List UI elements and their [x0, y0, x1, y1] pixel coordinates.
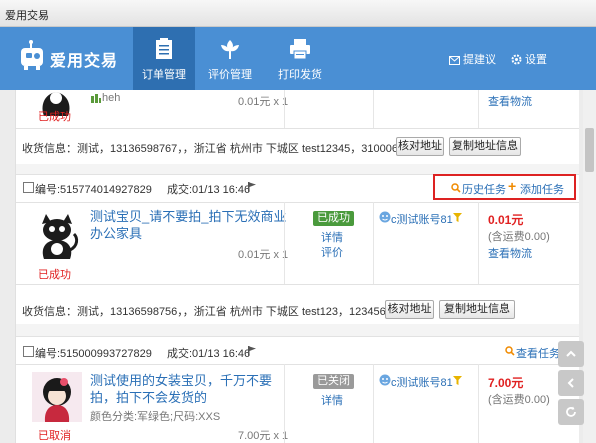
shipping-info: 收货信息：测试，13136598767，，浙江省 杭州市 下城区 test123… [22, 143, 398, 155]
buyer-nick: heh [102, 92, 121, 104]
column-divider [478, 90, 479, 128]
nav-print-ship[interactable]: 打印发货 [269, 27, 331, 90]
filter-icon[interactable] [453, 213, 462, 222]
scroll-top-button[interactable] [558, 341, 584, 367]
status-badge: 已关闭 [313, 374, 354, 389]
divider [16, 284, 579, 285]
cat-figure-image [32, 210, 82, 260]
column-divider [478, 202, 479, 284]
member-icon [91, 94, 101, 103]
order-status: 已成功 [38, 111, 71, 123]
item-price: 0.01元 x 1 [238, 249, 289, 261]
order-number: 编号:515000993727829 [35, 348, 152, 360]
flag-icon[interactable] [247, 182, 257, 192]
history-task-link[interactable]: 历史任务 [462, 181, 506, 197]
nav-label: 订单管理 [142, 69, 186, 81]
clipboard-icon [156, 38, 172, 59]
nav-review-management[interactable]: 评价管理 [199, 27, 261, 90]
view-task-link[interactable]: 查看任务 [516, 345, 560, 361]
detail-link[interactable]: 详情 [321, 392, 343, 408]
product-title-link[interactable]: 测试使用的女装宝贝，千万不要拍，拍下不会发货的 [90, 372, 290, 406]
status-badge: 已成功 [313, 211, 354, 226]
printer-icon [290, 39, 310, 60]
brand-name: 爱用交易 [50, 53, 119, 70]
verify-address-button[interactable]: 核对地址 [396, 137, 444, 156]
filter-icon[interactable] [453, 376, 462, 385]
order-gap [16, 164, 579, 174]
column-divider [284, 90, 285, 128]
shipping-info: 收货信息：测试，13136598756，，浙江省 杭州市 下城区 test123… [22, 306, 386, 318]
suggest-link[interactable]: 提建议 [449, 51, 496, 67]
window-titlebar: 爱用交易 [0, 0, 596, 27]
order-gap [16, 324, 579, 336]
column-divider [284, 364, 285, 443]
shipping-fee: (含运费0.00) [488, 231, 550, 243]
flag-icon[interactable] [247, 346, 257, 356]
order-select-checkbox[interactable] [23, 182, 34, 193]
column-divider [373, 202, 374, 284]
column-divider [373, 90, 374, 128]
settings-link[interactable]: 设置 [511, 51, 547, 67]
column-divider [373, 364, 374, 443]
wangwang-icon[interactable] [379, 211, 391, 223]
order-list[interactable]: 已成功 heh 0.01元 x 1 查看物流 收货信息：测试，131365987… [15, 90, 579, 443]
divider [16, 336, 579, 337]
scrollbar-thumb[interactable] [585, 128, 594, 172]
order-status: 已成功 [38, 269, 71, 281]
deal-time: 成交:01/13 16:46 [167, 184, 251, 196]
copy-address-button[interactable]: 复制地址信息 [439, 300, 515, 319]
gear-icon [511, 54, 522, 65]
order-number: 编号:515774014927829 [35, 184, 152, 196]
flower-icon [221, 40, 239, 59]
view-logistics-link[interactable]: 查看物流 [488, 245, 532, 261]
refresh-button[interactable] [558, 399, 584, 425]
shipping-fee: (含运费0.00) [488, 394, 550, 406]
order-status: 已取消 [38, 430, 71, 442]
product-thumbnail[interactable] [32, 372, 82, 422]
review-link[interactable]: 评价 [321, 244, 343, 260]
plus-icon: + [508, 178, 517, 194]
app-header: 爱用交易 订单管理 评价管理 打印发货 提建议 设置 [0, 27, 596, 90]
search-icon [505, 346, 515, 356]
deal-time: 成交:01/13 16:46 [167, 348, 251, 360]
add-task-link[interactable]: 添加任务 [520, 181, 564, 197]
column-divider [478, 364, 479, 443]
divider [16, 364, 579, 365]
nav-label: 评价管理 [208, 69, 252, 81]
copy-address-button[interactable]: 复制地址信息 [449, 137, 521, 156]
item-price: 0.01元 x 1 [238, 96, 289, 108]
product-thumbnail[interactable] [32, 210, 82, 260]
product-sku: 颜色分类:军绿色;尺码:XXS [90, 411, 221, 423]
order-select-checkbox[interactable] [23, 346, 34, 357]
view-logistics-link[interactable]: 查看物流 [488, 93, 532, 109]
item-price: 7.00元 x 1 [238, 430, 289, 442]
buyer-name-link[interactable]: c测试账号81 [391, 211, 453, 227]
wangwang-icon[interactable] [379, 374, 391, 386]
total-amount: 7.00元 [488, 376, 524, 390]
divider [16, 128, 579, 129]
nav-order-management[interactable]: 订单管理 [133, 27, 195, 90]
chevron-left-icon [567, 378, 574, 388]
divider [16, 202, 579, 203]
verify-address-button[interactable]: 核对地址 [385, 300, 434, 319]
search-icon [451, 183, 461, 193]
column-divider [284, 202, 285, 284]
girl-doll-image [32, 372, 82, 422]
total-amount: 0.01元 [488, 213, 524, 227]
product-title-link[interactable]: 测试宝贝_请不要拍_拍下无效商业办公家具 [90, 208, 290, 242]
buyer-name-link[interactable]: c测试账号81 [391, 374, 453, 390]
detail-link[interactable]: 详情 [321, 229, 343, 245]
mail-icon [449, 56, 460, 65]
chevron-up-icon [566, 350, 576, 357]
nav-label: 打印发货 [278, 69, 322, 81]
app-logo-icon [21, 40, 43, 70]
refresh-icon [566, 406, 576, 417]
back-button[interactable] [558, 370, 584, 396]
window-title: 爱用交易 [5, 10, 49, 22]
